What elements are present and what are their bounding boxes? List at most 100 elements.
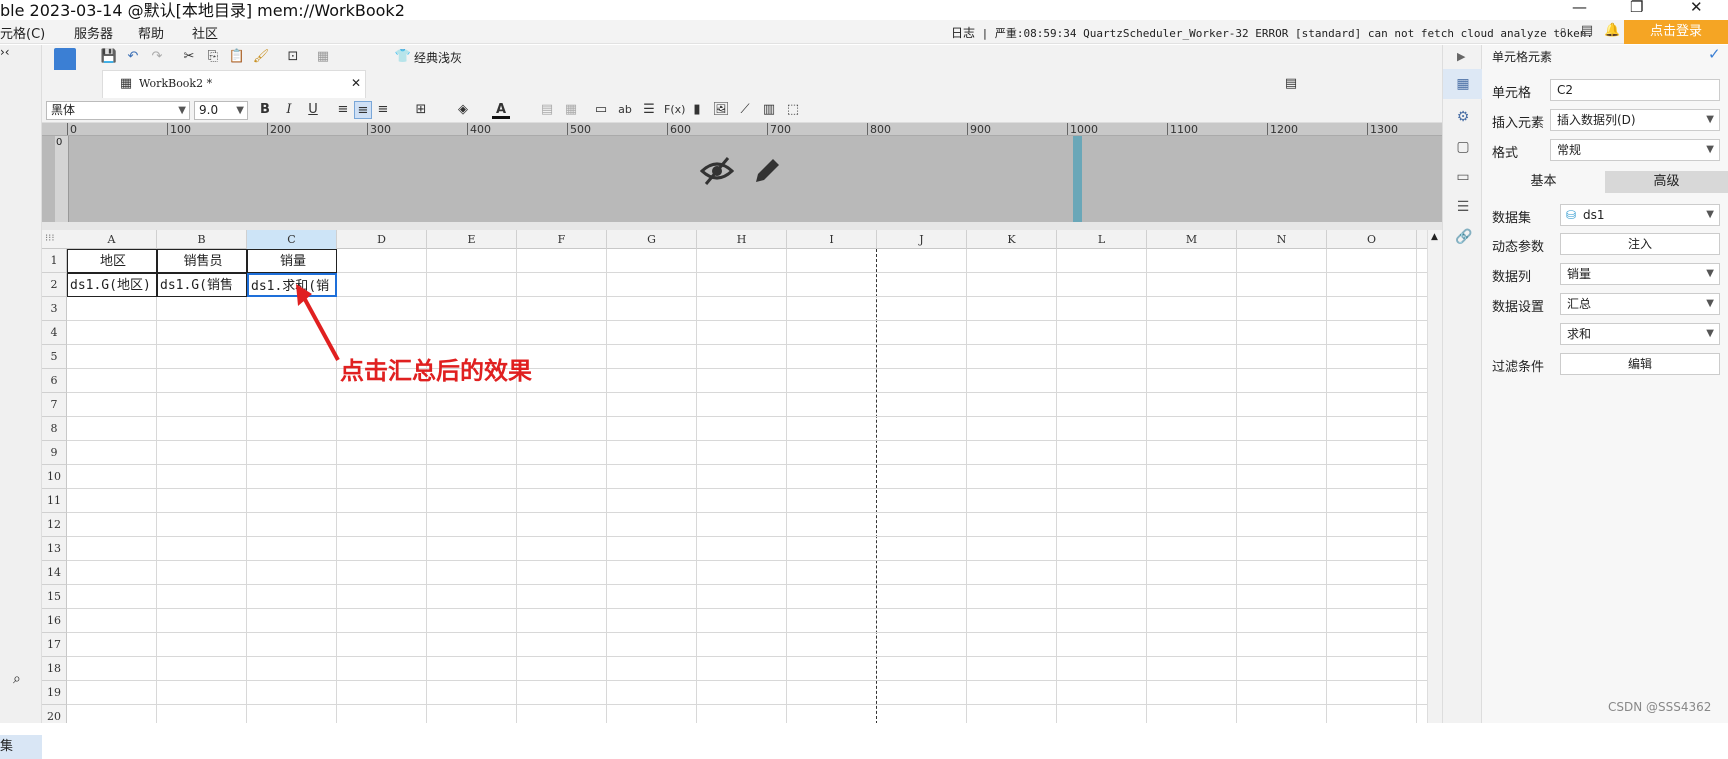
column-header-e[interactable]: E bbox=[427, 230, 517, 249]
column-select[interactable]: 销量 ▼ bbox=[1560, 263, 1720, 285]
wrap-icon[interactable]: ▭ bbox=[592, 101, 610, 119]
vertical-scrollbar[interactable]: ▲ bbox=[1427, 230, 1442, 723]
pencil-icon[interactable] bbox=[752, 154, 782, 186]
align-right-icon[interactable]: ≡ bbox=[374, 101, 392, 119]
check-icon[interactable]: ✓ bbox=[1708, 45, 1721, 63]
tab-workbook2[interactable]: ▦ WorkBook2 * ✕ bbox=[102, 70, 366, 98]
left-panel-tab[interactable]: 集 bbox=[0, 735, 42, 759]
aggregate-select[interactable]: 求和 ▼ bbox=[1560, 323, 1720, 345]
column-header-c[interactable]: C bbox=[247, 230, 337, 249]
row-header-9[interactable]: 9 bbox=[42, 441, 67, 465]
cell-icon[interactable]: ⬚ bbox=[784, 101, 802, 119]
row-header-16[interactable]: 16 bbox=[42, 609, 67, 633]
close-icon[interactable]: ✕ bbox=[351, 76, 361, 90]
menu-server[interactable]: 服务器 bbox=[74, 23, 113, 42]
row-header-12[interactable]: 12 bbox=[42, 513, 67, 537]
column-header-a[interactable]: A bbox=[67, 230, 157, 249]
formula-icon[interactable]: F(x) bbox=[664, 101, 685, 119]
select-all-icon[interactable]: ⁝⁝⁝ bbox=[45, 233, 55, 244]
row-header-10[interactable]: 10 bbox=[42, 465, 67, 489]
hidden-eye-icon[interactable] bbox=[700, 154, 734, 188]
row-header-2[interactable]: 2 bbox=[42, 273, 67, 297]
row-header-1[interactable]: 1 bbox=[42, 249, 67, 273]
column-header-f[interactable]: F bbox=[517, 230, 607, 249]
condition-icon[interactable]: ☰ bbox=[1455, 199, 1471, 215]
cell-element-tab[interactable]: ▦ bbox=[1443, 69, 1483, 99]
chart-icon[interactable]: ▮ bbox=[688, 101, 706, 119]
grid-icon[interactable]: ▦ bbox=[314, 48, 332, 66]
align-center-icon[interactable]: ≡ bbox=[354, 101, 372, 119]
page-boundary-marker[interactable] bbox=[1073, 136, 1082, 222]
bold-icon[interactable]: B bbox=[256, 101, 274, 119]
theme-button[interactable]: 经典浅灰 bbox=[414, 49, 462, 66]
column-header-m[interactable]: M bbox=[1147, 230, 1237, 249]
fill-color-icon[interactable]: ◈ bbox=[454, 101, 472, 119]
row-header-17[interactable]: 17 bbox=[42, 633, 67, 657]
row-header-11[interactable]: 11 bbox=[42, 489, 67, 513]
underline-icon[interactable]: U bbox=[304, 101, 322, 119]
menu-community[interactable]: 社区 bbox=[192, 23, 218, 42]
expand-icon[interactable]: ›‹ bbox=[0, 45, 10, 59]
font-size-select[interactable]: 9.0 ▼ bbox=[194, 101, 248, 120]
status-log[interactable]: 日志 | 严重:08:59:34 QuartzScheduler_Worker-… bbox=[951, 24, 1593, 41]
column-header-l[interactable]: L bbox=[1057, 230, 1147, 249]
font-select[interactable]: 黑体 ▼ bbox=[46, 101, 190, 120]
column-header-i[interactable]: I bbox=[787, 230, 877, 249]
cell-b2[interactable]: ds1.G(销售 bbox=[157, 273, 247, 297]
cell-attr-icon[interactable]: ⚙ bbox=[1455, 109, 1471, 125]
row-header-7[interactable]: 7 bbox=[42, 393, 67, 417]
collapse-icon[interactable]: ▶ bbox=[1457, 50, 1465, 63]
unmerge-icon[interactable]: ▦ bbox=[562, 101, 580, 119]
minimize-icon[interactable]: — bbox=[1572, 0, 1587, 16]
column-header-d[interactable]: D bbox=[337, 230, 427, 249]
image-icon[interactable]: 🖼 bbox=[712, 101, 730, 119]
format-painter-icon[interactable]: 🖌 bbox=[252, 48, 270, 66]
row-header-8[interactable]: 8 bbox=[42, 417, 67, 441]
border-icon[interactable]: ⊞ bbox=[412, 101, 430, 119]
bell-icon[interactable]: 🔔 bbox=[1604, 24, 1620, 38]
row-header-13[interactable]: 13 bbox=[42, 537, 67, 561]
cell-a2[interactable]: ds1.G(地区) bbox=[67, 273, 157, 297]
column-header-o[interactable]: O bbox=[1327, 230, 1417, 249]
row-header-4[interactable]: 4 bbox=[42, 321, 67, 345]
paste-icon[interactable]: 📋 bbox=[228, 48, 246, 66]
filter-edit-button[interactable]: 编辑 bbox=[1560, 353, 1720, 375]
row-header-18[interactable]: 18 bbox=[42, 657, 67, 681]
column-header-g[interactable]: G bbox=[607, 230, 697, 249]
chevron-up-icon[interactable]: ▲ bbox=[1431, 232, 1438, 242]
cell-b1[interactable]: 销售员 bbox=[157, 249, 247, 273]
menu-help[interactable]: 帮助 bbox=[138, 23, 164, 42]
close-icon[interactable]: ✕ bbox=[1690, 0, 1703, 16]
menu-cell[interactable]: 元格(C) bbox=[0, 23, 45, 42]
column-header-j[interactable]: J bbox=[877, 230, 967, 249]
cut-icon[interactable]: ✂ bbox=[180, 48, 198, 66]
inject-button[interactable]: 注入 bbox=[1560, 233, 1720, 255]
document-icon[interactable]: ▤ bbox=[1580, 24, 1594, 38]
text-icon[interactable]: ab bbox=[616, 101, 634, 119]
column-header-b[interactable]: B bbox=[157, 230, 247, 249]
row-header-14[interactable]: 14 bbox=[42, 561, 67, 585]
copy-icon[interactable]: ⎘ bbox=[204, 48, 222, 66]
column-header-h[interactable]: H bbox=[697, 230, 787, 249]
subreport-icon[interactable]: ▥ bbox=[760, 101, 778, 119]
restore-icon[interactable]: ❐ bbox=[1630, 0, 1643, 16]
search-icon[interactable]: ⌕ bbox=[13, 671, 21, 687]
italic-icon[interactable]: I bbox=[280, 101, 298, 119]
font-color-icon[interactable]: A bbox=[492, 101, 510, 119]
redo-icon[interactable]: ↷ bbox=[148, 48, 166, 66]
format-select[interactable]: 常规 ▼ bbox=[1550, 139, 1720, 161]
row-header-3[interactable]: 3 bbox=[42, 297, 67, 321]
tab-advanced[interactable]: 高级 bbox=[1605, 171, 1728, 193]
dataset-select[interactable]: ⛁ ds1 ▼ bbox=[1560, 204, 1720, 226]
row-header-15[interactable]: 15 bbox=[42, 585, 67, 609]
spreadsheet-grid[interactable]: ⁝⁝⁝ ABCDEFGHIJKLMNO 1 2 3 4 5 6 7 8 9 10 11 12 13 14 1… bbox=[42, 230, 1427, 723]
widget-icon[interactable]: ▭ bbox=[1455, 169, 1471, 185]
undo-icon[interactable]: ↶ bbox=[124, 48, 142, 66]
cell-field[interactable]: C2 bbox=[1550, 79, 1720, 101]
cell-a1[interactable]: 地区 bbox=[67, 249, 157, 273]
slash-icon[interactable]: ⟋ bbox=[736, 101, 754, 119]
align-left-icon[interactable]: ≡ bbox=[334, 101, 352, 119]
menu-icon[interactable]: ▤ bbox=[1282, 75, 1300, 93]
link-icon[interactable]: 🔗 bbox=[1455, 229, 1472, 245]
column-header-n[interactable]: N bbox=[1237, 230, 1327, 249]
